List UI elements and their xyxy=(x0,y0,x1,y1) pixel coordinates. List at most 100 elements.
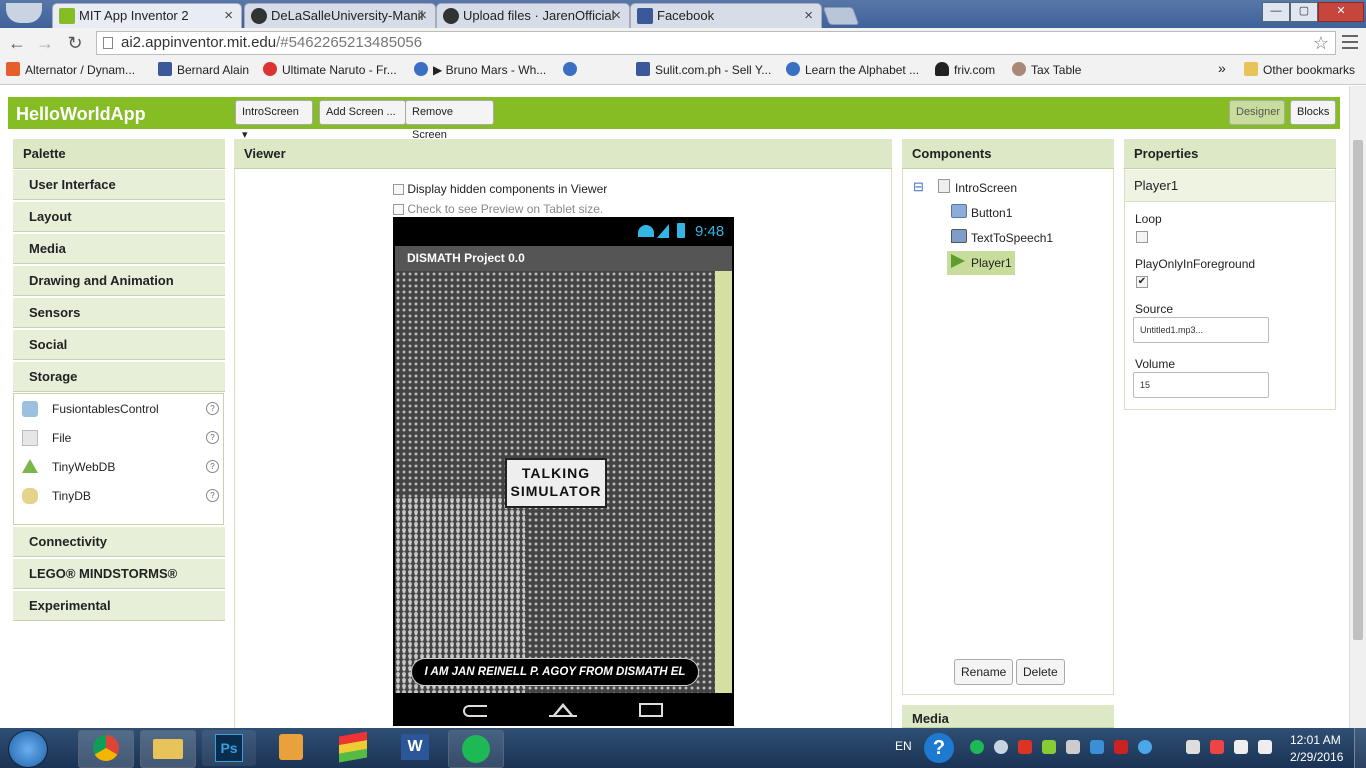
add-screen-button[interactable]: Add Screen ... xyxy=(319,100,406,125)
bookmark-item[interactable]: Ultimate Naruto - Fr... xyxy=(263,62,397,77)
bookmark-item[interactable]: Tax Table xyxy=(1012,62,1081,77)
collapse-icon[interactable]: ⊟ xyxy=(913,179,924,195)
screen-dropdown[interactable]: IntroScreen ▾ xyxy=(235,100,313,141)
minimize-button[interactable]: — xyxy=(1262,2,1290,22)
palette-group-layout[interactable]: Layout xyxy=(13,202,225,232)
scrollbar-thumb[interactable] xyxy=(1353,140,1363,640)
chrome-user-icon[interactable] xyxy=(6,3,42,23)
bookmark-item[interactable]: Sulit.com.ph - Sell Y... xyxy=(636,62,771,77)
prop-foreground-checkbox[interactable]: ✔ xyxy=(1136,276,1148,288)
palette-group-user-interface[interactable]: User Interface xyxy=(13,170,225,200)
bluestacks-tray-icon[interactable] xyxy=(1042,740,1056,754)
chrome-taskbar-icon[interactable] xyxy=(78,730,134,768)
show-desktop-button[interactable] xyxy=(1354,728,1366,768)
bookmark-item[interactable]: Bernard Alain xyxy=(158,62,249,77)
help-icon[interactable]: ? xyxy=(206,431,219,444)
blocks-button[interactable]: Blocks xyxy=(1290,100,1336,125)
close-icon[interactable]: × xyxy=(418,4,427,28)
palette-group-drawing[interactable]: Drawing and Animation xyxy=(13,266,225,296)
signal-tray-icon[interactable] xyxy=(1210,740,1224,754)
palette-group-experimental[interactable]: Experimental xyxy=(13,591,225,621)
bookmark-label: Sulit.com.ph - Sell Y... xyxy=(655,63,772,77)
palette-item-tinywebdb[interactable]: TinyWebDB ? xyxy=(20,456,220,478)
tab-app-inventor[interactable]: MIT App Inventor 2 × xyxy=(52,3,242,28)
palette-group-social[interactable]: Social xyxy=(13,330,225,360)
acrobat-tray-icon[interactable] xyxy=(1018,740,1032,754)
delete-button[interactable]: Delete xyxy=(1016,659,1065,685)
page-scrollbar[interactable] xyxy=(1349,86,1366,728)
close-window-button[interactable]: ✕ xyxy=(1318,2,1364,22)
new-tab-button[interactable] xyxy=(822,7,860,25)
help-icon[interactable]: ? xyxy=(206,460,219,473)
tab-github-upload[interactable]: Upload files · JarenOfficial × xyxy=(436,3,630,28)
help-icon[interactable]: ? xyxy=(206,489,219,502)
help-icon[interactable]: ? xyxy=(924,733,954,763)
word-taskbar-icon[interactable]: W xyxy=(388,730,442,766)
security-tray-icon[interactable] xyxy=(1090,740,1104,754)
pdf-tray-icon[interactable] xyxy=(1114,740,1128,754)
bluestacks-taskbar-icon[interactable] xyxy=(326,730,380,766)
phone-back-icon[interactable] xyxy=(463,705,487,717)
tab-facebook[interactable]: Facebook × xyxy=(630,3,822,28)
start-button[interactable] xyxy=(8,730,48,768)
back-button[interactable]: ← xyxy=(6,32,28,54)
clock-date[interactable]: 2/29/2016 xyxy=(1290,750,1343,764)
tablet-preview-checkbox[interactable]: Check to see Preview on Tablet size. xyxy=(393,202,603,216)
palette-item-tinydb[interactable]: TinyDB ? xyxy=(20,485,220,507)
palette-group-sensors[interactable]: Sensors xyxy=(13,298,225,328)
forward-button[interactable]: → xyxy=(34,32,56,54)
phone-home-icon[interactable] xyxy=(549,703,577,717)
designer-button[interactable]: Designer xyxy=(1229,100,1285,125)
palette-group-lego[interactable]: LEGO® MINDSTORMS® xyxy=(13,559,225,589)
address-bar[interactable]: ai2.appinventor.mit.edu/#546226521348505… xyxy=(96,31,1336,55)
steam-tray-icon[interactable] xyxy=(994,740,1008,754)
reload-button[interactable]: ↻ xyxy=(64,32,86,54)
url-path: /#5462265213485056 xyxy=(276,34,423,51)
tab-github-delasalle[interactable]: DeLaSalleUniversity-Manil × xyxy=(244,3,436,28)
media-player-taskbar-icon[interactable] xyxy=(264,730,318,766)
globe-icon[interactable] xyxy=(563,62,577,76)
bookmark-item[interactable]: ▶ Bruno Mars - Wh... xyxy=(414,62,546,77)
palette-group-connectivity[interactable]: Connectivity xyxy=(13,527,225,557)
prop-loop-checkbox[interactable] xyxy=(1136,231,1148,243)
remove-screen-button[interactable]: Remove Screen xyxy=(405,100,494,141)
tab-title: MIT App Inventor 2 xyxy=(79,8,189,23)
close-icon[interactable]: × xyxy=(612,4,621,28)
explorer-taskbar-icon[interactable] xyxy=(140,730,196,768)
flag-tray-icon[interactable] xyxy=(1258,740,1272,754)
close-icon[interactable]: × xyxy=(804,4,813,28)
help-icon[interactable]: ? xyxy=(206,402,219,415)
photoshop-taskbar-icon[interactable]: Ps xyxy=(202,730,256,766)
other-bookmarks[interactable]: Other bookmarks xyxy=(1244,62,1355,77)
prop-volume-field[interactable]: 15 xyxy=(1133,372,1269,398)
spotify-taskbar-icon[interactable] xyxy=(448,730,504,768)
screen-button[interactable]: I AM JAN REINELL P. AGOY FROM DISMATH EL xyxy=(411,658,699,686)
bookmark-item[interactable]: Learn the Alphabet ... xyxy=(786,62,919,77)
maximize-button[interactable]: ▢ xyxy=(1290,2,1318,22)
checkbox[interactable] xyxy=(393,204,404,215)
language-indicator[interactable]: EN xyxy=(895,739,912,753)
device-tray-icon[interactable] xyxy=(1234,740,1248,754)
screen-scrollbar[interactable] xyxy=(715,271,732,693)
palette-group-media[interactable]: Media xyxy=(13,234,225,264)
rename-button[interactable]: Rename xyxy=(954,659,1014,685)
spotify-tray-icon[interactable] xyxy=(970,740,984,754)
bookmark-star-icon[interactable]: ☆ xyxy=(1313,32,1329,54)
network-tray-icon[interactable] xyxy=(1066,740,1080,754)
clock-time[interactable]: 12:01 AM xyxy=(1290,733,1341,747)
volume-tray-icon[interactable] xyxy=(1186,740,1200,754)
chrome-menu-icon[interactable] xyxy=(1342,35,1358,49)
phone-recents-icon[interactable] xyxy=(639,703,663,717)
palette-group-storage[interactable]: Storage xyxy=(13,362,225,392)
battery-icon xyxy=(677,223,685,238)
prop-source-field[interactable]: Untitled1.mp3... xyxy=(1133,317,1269,343)
palette-item-file[interactable]: File ? xyxy=(20,427,220,449)
palette-item-fusiontables[interactable]: FusiontablesControl ? xyxy=(20,398,220,420)
checkbox[interactable] xyxy=(393,184,404,195)
hidden-components-checkbox[interactable]: Display hidden components in Viewer xyxy=(393,182,607,196)
bookmark-item[interactable]: friv.com xyxy=(935,62,995,77)
bookmark-item[interactable]: Alternator / Dynam... xyxy=(6,62,135,77)
close-icon[interactable]: × xyxy=(224,4,233,28)
more-bookmarks-button[interactable]: » xyxy=(1218,60,1226,76)
sync-tray-icon[interactable] xyxy=(1138,740,1152,754)
